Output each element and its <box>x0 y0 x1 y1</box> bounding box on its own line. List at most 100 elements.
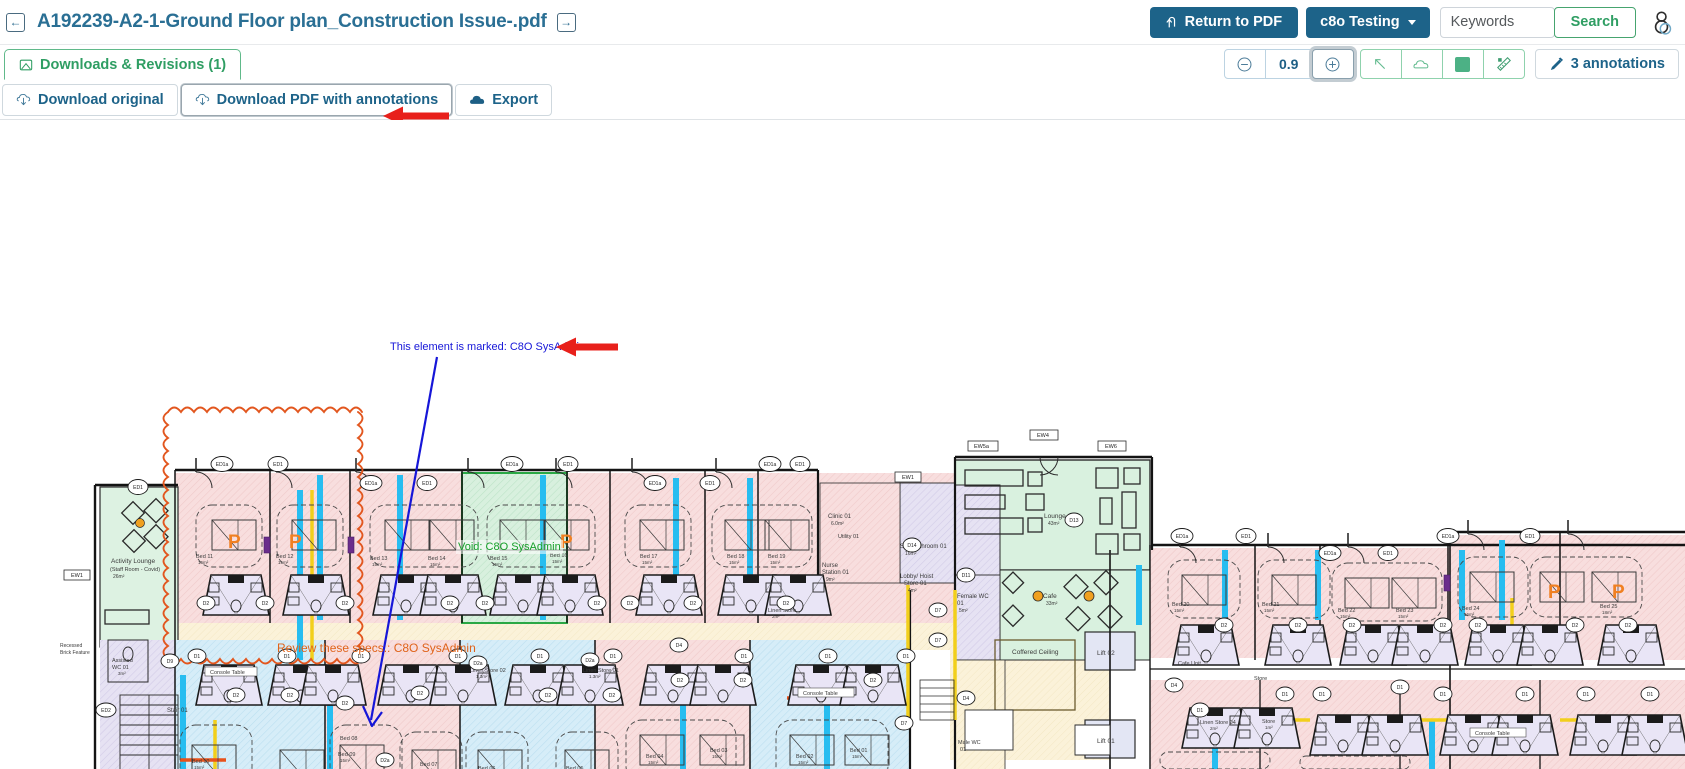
svg-text:Lounge: Lounge <box>1044 513 1066 520</box>
annotations-count-label: 3 annotations <box>1570 56 1665 72</box>
svg-text:D2: D2 <box>677 678 684 684</box>
measure-tool[interactable] <box>1482 49 1525 79</box>
export-label: Export <box>492 91 539 108</box>
svg-text:D1: D1 <box>1440 692 1447 698</box>
svg-text:ED1: ED1 <box>1383 551 1393 557</box>
svg-text:ED1: ED1 <box>705 481 715 487</box>
svg-text:6.0m²: 6.0m² <box>831 521 844 527</box>
svg-text:D2a: D2a <box>473 661 482 667</box>
svg-text:Assisted: Assisted <box>112 658 133 664</box>
export-button[interactable]: Export <box>455 83 553 116</box>
svg-text:01: 01 <box>957 601 964 607</box>
svg-text:2m²: 2m² <box>772 614 780 619</box>
forward-button[interactable]: → <box>556 12 576 32</box>
svg-text:D2a: D2a <box>585 658 594 664</box>
zoom-out-button[interactable] <box>1223 49 1266 79</box>
ruler-icon <box>1496 57 1511 71</box>
svg-text:D1: D1 <box>537 654 544 660</box>
svg-text:D4: D4 <box>1171 683 1178 689</box>
pdf-viewer-canvas[interactable]: P P P P P Activity Lounge (Staff Room - … <box>0 120 1685 769</box>
svg-text:D7: D7 <box>935 638 942 644</box>
annotation-text-void[interactable]: Void: C8O SysAdmin <box>456 540 563 554</box>
svg-text:D1: D1 <box>1319 692 1326 698</box>
svg-text:Station 01: Station 01 <box>822 570 850 576</box>
filled-square-icon <box>1455 56 1471 72</box>
user-account-icon <box>1654 10 1672 35</box>
svg-text:D2: D2 <box>417 691 424 697</box>
svg-text:Cafe Unit: Cafe Unit <box>1178 661 1201 667</box>
svg-text:D7: D7 <box>901 721 908 727</box>
svg-text:D2: D2 <box>1349 623 1356 629</box>
svg-text:26m²: 26m² <box>113 574 125 580</box>
svg-text:D4: D4 <box>963 696 970 702</box>
svg-text:D1: D1 <box>1397 685 1404 691</box>
return-to-pdf-button[interactable]: Return to PDF <box>1149 6 1299 38</box>
svg-text:Activity Lounge: Activity Lounge <box>111 558 155 565</box>
return-arrow-icon <box>1166 16 1175 27</box>
svg-text:D14: D14 <box>907 543 916 549</box>
svg-text:15m²: 15m² <box>372 562 383 567</box>
svg-text:15m²: 15m² <box>340 758 351 763</box>
svg-text:D13: D13 <box>1069 518 1078 524</box>
return-to-pdf-label: Return to PDF <box>1184 14 1283 30</box>
svg-text:EW6: EW6 <box>1105 444 1117 450</box>
svg-text:15m²: 15m² <box>798 760 809 765</box>
search-button[interactable]: Search <box>1553 6 1636 38</box>
svg-text:3m²: 3m² <box>118 671 126 676</box>
annotation-tools <box>1359 49 1525 79</box>
svg-text:ED1a: ED1a <box>506 462 519 468</box>
svg-text:D7: D7 <box>935 608 942 614</box>
svg-text:15m²: 15m² <box>729 560 740 565</box>
svg-text:ED1a: ED1a <box>216 462 229 468</box>
svg-text:15m²: 15m² <box>430 562 441 567</box>
svg-text:Console Table: Console Table <box>1475 731 1510 737</box>
annotation-text-review-specs[interactable]: Review these specs.: C8O SysAdmin <box>277 641 476 655</box>
svg-text:D11: D11 <box>962 573 971 579</box>
download-original-button[interactable]: Download original <box>2 83 178 116</box>
svg-text:D2: D2 <box>594 601 601 607</box>
svg-text:ED1: ED1 <box>795 462 805 468</box>
plus-circle-icon <box>1325 57 1340 71</box>
svg-text:D2a: D2a <box>380 758 389 764</box>
annotations-count-button[interactable]: 3 annotations <box>1534 49 1679 79</box>
cloud-annotation-tool[interactable] <box>1400 49 1443 79</box>
svg-text:16m²: 16m² <box>1464 612 1475 617</box>
svg-text:D2: D2 <box>609 693 616 699</box>
zoom-controls: 0.9 <box>1223 49 1354 79</box>
svg-text:D2: D2 <box>233 693 240 699</box>
svg-text:Utility 01: Utility 01 <box>838 534 859 540</box>
svg-text:15m²: 15m² <box>1398 614 1409 619</box>
project-dropdown[interactable]: c8o Testing <box>1306 6 1430 38</box>
svg-text:EW5a: EW5a <box>974 444 990 450</box>
svg-text:EW1: EW1 <box>902 475 914 481</box>
svg-text:ED1a: ED1a <box>764 462 777 468</box>
tab-downloads-revisions[interactable]: Downloads & Revisions (1) <box>4 49 242 80</box>
svg-text:15m²: 15m² <box>278 560 289 565</box>
floor-plan-drawing: P P P P P Activity Lounge (Staff Room - … <box>0 120 1685 769</box>
zoom-level-value[interactable]: 0.9 <box>1264 49 1313 79</box>
svg-text:D2: D2 <box>447 601 454 607</box>
svg-text:EW1: EW1 <box>71 573 83 579</box>
back-button[interactable]: ← <box>6 12 25 32</box>
svg-text:43m²: 43m² <box>1048 521 1060 527</box>
svg-text:1m²: 1m² <box>1265 725 1273 730</box>
svg-text:D2: D2 <box>545 693 552 699</box>
svg-text:D1: D1 <box>1197 708 1204 714</box>
keywords-input[interactable] <box>1439 6 1555 38</box>
download-cloud-icon <box>16 93 31 106</box>
svg-text:P: P <box>1612 582 1625 603</box>
svg-text:Nurse: Nurse <box>822 563 839 569</box>
svg-text:15m²: 15m² <box>1174 608 1185 613</box>
tab-label: Downloads & Revisions (1) <box>40 56 227 73</box>
fill-color-tool[interactable] <box>1441 49 1484 79</box>
svg-text:Lift 01: Lift 01 <box>1097 738 1115 745</box>
svg-text:Linen Store 04: Linen Store 04 <box>1200 720 1236 726</box>
avatar[interactable] <box>1650 10 1675 35</box>
select-arrow-tool[interactable] <box>1359 49 1402 79</box>
svg-text:D1: D1 <box>1522 692 1529 698</box>
red-pointer-arrow-annotation <box>556 337 618 357</box>
svg-text:9m²: 9m² <box>826 577 835 583</box>
svg-text:D2: D2 <box>1295 623 1302 629</box>
svg-text:D2: D2 <box>1625 623 1632 629</box>
zoom-in-button[interactable] <box>1311 49 1354 79</box>
